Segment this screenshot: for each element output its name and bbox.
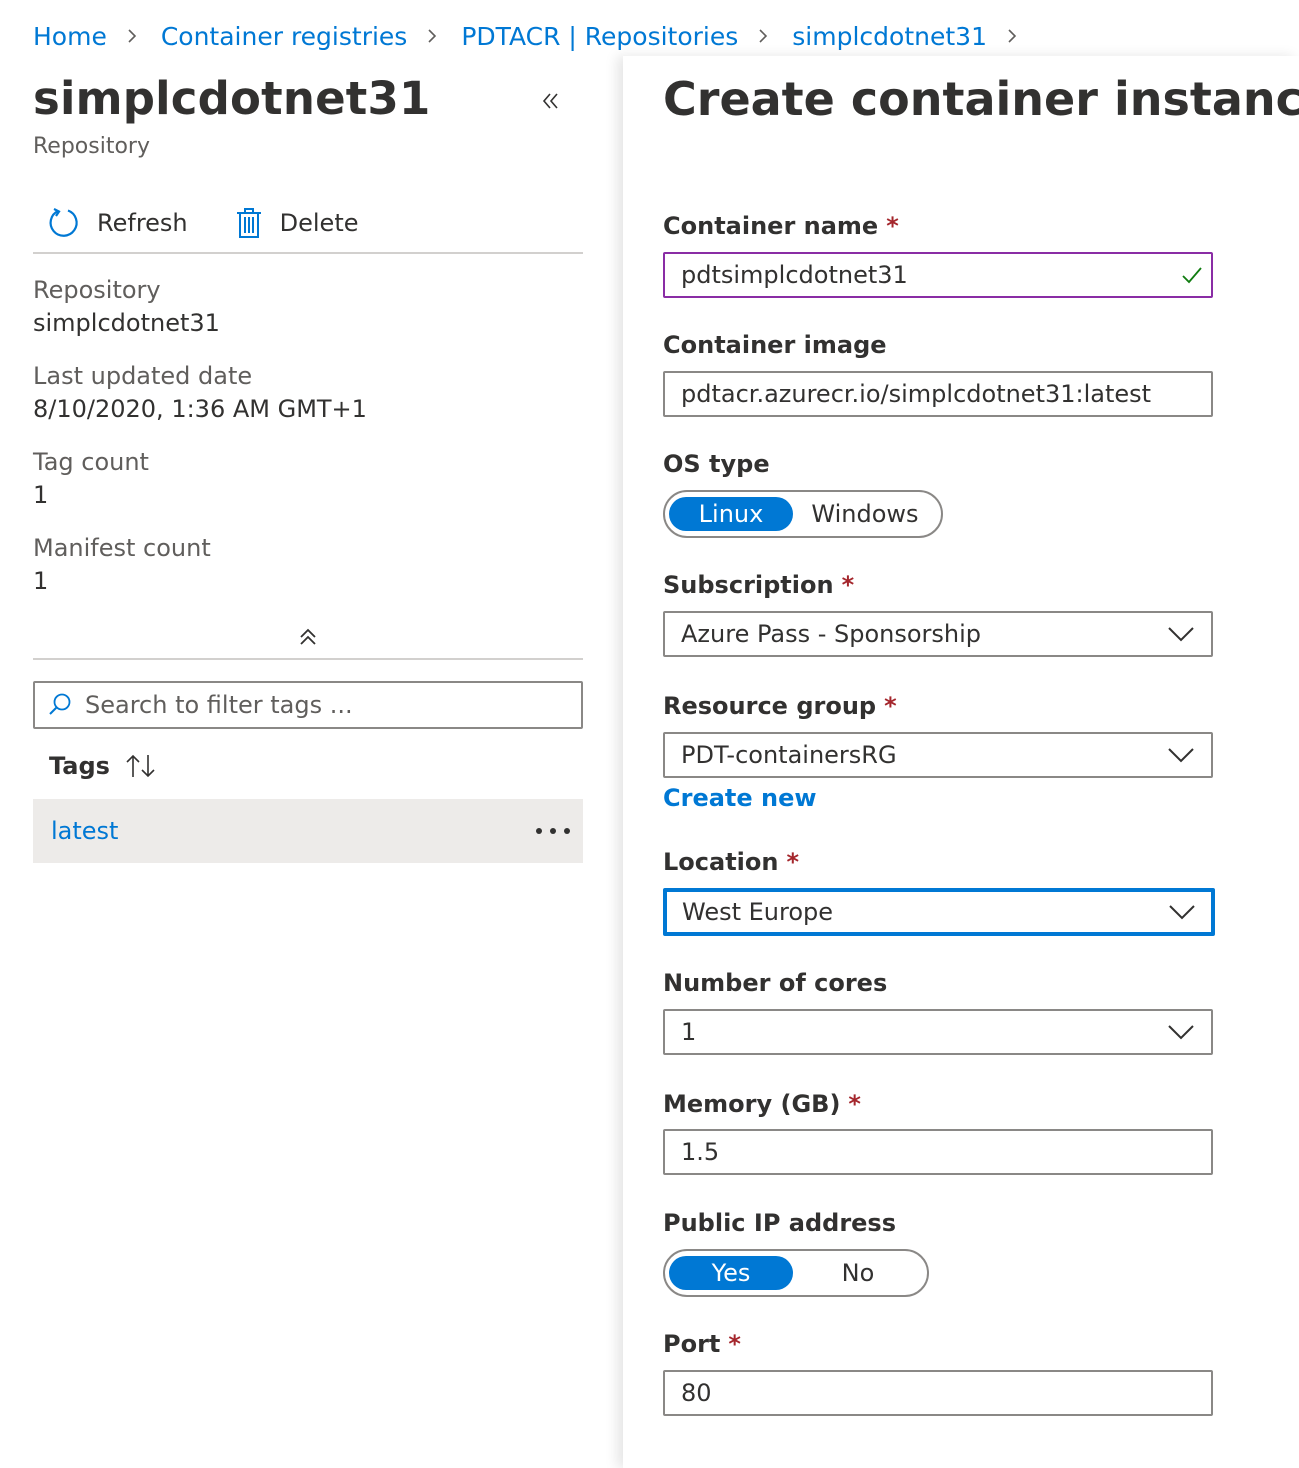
essentials-panel: Repository simplcdotnet31 Last updated d… (33, 274, 583, 618)
essential-label-tag-count: Tag count (33, 448, 149, 476)
location-dropdown[interactable]: West Europe (663, 888, 1215, 936)
refresh-icon (49, 208, 78, 237)
memory-label-text: Memory (GB) (663, 1090, 841, 1118)
search-icon (49, 693, 71, 715)
container-image-value: pdtacr.azurecr.io/simplcdotnet31:latest (681, 380, 1152, 408)
essential-value-repository: simplcdotnet31 (33, 309, 220, 337)
essential-value-tag-count: 1 (33, 481, 49, 509)
delete-label: Delete (279, 209, 359, 237)
cores-value: 1 (681, 1018, 697, 1046)
chevron-right-icon (1008, 29, 1017, 43)
page-subtitle: Repository (33, 134, 150, 159)
resource-group-label-text: Resource group (663, 692, 877, 720)
port-label: Port * (663, 1330, 741, 1358)
resource-group-value: PDT-containersRG (681, 741, 897, 769)
location-label: Location * (663, 848, 799, 876)
cores-dropdown[interactable]: 1 (663, 1009, 1213, 1055)
page-title: simplcdotnet31 (33, 72, 431, 125)
public-ip-no-option[interactable]: No (793, 1256, 923, 1290)
subscription-label-text: Subscription (663, 571, 834, 599)
chevron-down-icon (1168, 627, 1194, 642)
essential-value-manifest-count: 1 (33, 567, 49, 595)
resource-group-label: Resource group * (663, 692, 897, 720)
os-windows-option[interactable]: Windows (793, 497, 937, 531)
ellipsis-icon (536, 828, 570, 834)
breadcrumb-container-registries[interactable]: Container registries (161, 22, 408, 51)
collapse-left-icon[interactable] (538, 88, 564, 114)
chevron-down-icon (1168, 748, 1194, 763)
memory-label: Memory (GB) * (663, 1090, 861, 1118)
port-input[interactable]: 80 (663, 1370, 1213, 1416)
table-row[interactable]: latest (33, 799, 583, 863)
chevron-right-icon (428, 29, 437, 43)
required-asterisk: * (884, 692, 897, 720)
subscription-label: Subscription * (663, 571, 854, 599)
container-image-label: Container image (663, 331, 887, 359)
sort-icon (126, 754, 155, 778)
public-ip-label: Public IP address (663, 1209, 897, 1237)
cores-label: Number of cores (663, 969, 888, 997)
required-asterisk: * (728, 1330, 741, 1358)
subscription-dropdown[interactable]: Azure Pass - Sponsorship (663, 611, 1213, 657)
divider (33, 658, 583, 660)
required-asterisk: * (886, 212, 899, 240)
chevron-right-icon (128, 29, 136, 43)
location-label-text: Location (663, 848, 779, 876)
tags-header-label: Tags (49, 752, 110, 780)
trash-icon (236, 208, 261, 238)
required-asterisk: * (786, 848, 800, 876)
essential-label-last-updated: Last updated date (33, 362, 253, 390)
os-type-label: OS type (663, 450, 770, 478)
search-tags-input[interactable] (83, 690, 547, 720)
public-ip-toggle[interactable]: Yes No (663, 1249, 929, 1297)
search-tags-box[interactable] (33, 681, 583, 729)
tag-link[interactable]: latest (51, 817, 118, 845)
os-linux-option[interactable]: Linux (669, 497, 793, 531)
tags-column-header[interactable]: Tags (49, 746, 158, 786)
memory-value: 1.5 (681, 1138, 720, 1166)
public-ip-yes-option[interactable]: Yes (669, 1256, 793, 1290)
breadcrumb: Home Container registries PDTACR | Repos… (33, 16, 1041, 56)
os-type-toggle[interactable]: Linux Windows (663, 490, 943, 538)
chevron-down-icon (1168, 1025, 1194, 1040)
container-name-label: Container name * (663, 212, 899, 240)
essential-value-last-updated: 8/10/2020, 1:36 AM GMT+1 (33, 395, 367, 423)
create-new-link[interactable]: Create new (663, 784, 817, 812)
chevron-down-icon (1169, 905, 1195, 920)
required-asterisk: * (848, 1090, 861, 1118)
subscription-value: Azure Pass - Sponsorship (681, 620, 982, 648)
delete-button[interactable]: Delete (220, 198, 359, 248)
collapse-up-icon[interactable] (296, 624, 320, 648)
more-options-button[interactable] (533, 816, 573, 846)
refresh-button[interactable]: Refresh (33, 198, 188, 248)
location-value: West Europe (682, 898, 834, 926)
container-name-input[interactable]: pdtsimplcdotnet31 (663, 252, 1213, 298)
chevron-right-icon (759, 29, 768, 43)
essential-label-repository: Repository (33, 276, 161, 304)
resource-group-dropdown[interactable]: PDT-containersRG (663, 732, 1213, 778)
port-value: 80 (681, 1379, 712, 1407)
checkmark-icon (1182, 267, 1202, 284)
port-label-text: Port (663, 1330, 721, 1358)
panel-title: Create container instance (663, 72, 1299, 126)
essential-label-manifest-count: Manifest count (33, 534, 211, 562)
container-image-input[interactable]: pdtacr.azurecr.io/simplcdotnet31:latest (663, 371, 1213, 417)
container-name-value: pdtsimplcdotnet31 (681, 261, 908, 289)
memory-input[interactable]: 1.5 (663, 1129, 1213, 1175)
breadcrumb-home[interactable]: Home (33, 22, 107, 51)
breadcrumb-repositories[interactable]: PDTACR | Repositories (461, 22, 738, 51)
required-asterisk: * (841, 571, 855, 599)
container-name-label-text: Container name (663, 212, 879, 240)
refresh-label: Refresh (97, 209, 188, 237)
command-bar: Refresh Delete (33, 194, 583, 254)
breadcrumb-repo[interactable]: simplcdotnet31 (792, 22, 987, 51)
